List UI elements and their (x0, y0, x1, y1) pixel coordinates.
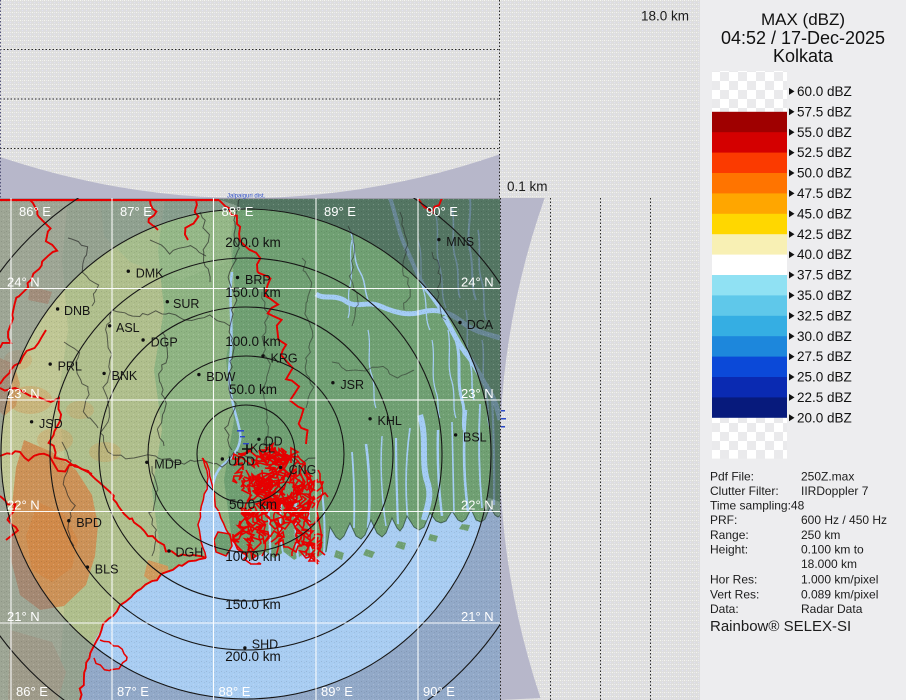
svg-text:24° N: 24° N (461, 275, 494, 290)
svg-text:Radar Data: Radar Data (801, 602, 863, 616)
svg-text:50.0 km: 50.0 km (229, 497, 277, 512)
svg-text:21° N: 21° N (7, 609, 40, 624)
svg-text:Range:: Range: (710, 528, 749, 542)
svg-text:23° N: 23° N (461, 386, 494, 401)
svg-text:22° N: 22° N (461, 498, 494, 513)
svg-text:200.0 km: 200.0 km (225, 235, 281, 250)
svg-text:86° E: 86° E (16, 684, 48, 699)
svg-text:BPD: BPD (76, 516, 102, 530)
svg-text:50.0 km: 50.0 km (229, 382, 277, 397)
svg-text:87° E: 87° E (120, 204, 152, 219)
svg-text:22° N: 22° N (7, 498, 40, 513)
svg-text:ASL: ASL (116, 321, 140, 335)
svg-text:0.100 km to: 0.100 km to (801, 542, 864, 556)
svg-text:DGH: DGH (176, 546, 204, 560)
svg-text:Hor Res:: Hor Res: (710, 573, 757, 587)
svg-text:57.5 dBZ: 57.5 dBZ (797, 104, 852, 119)
svg-text:04:52 / 17-Dec-2025: 04:52 / 17-Dec-2025 (721, 28, 885, 48)
svg-text:MDP: MDP (154, 458, 182, 472)
svg-text:Data:: Data: (710, 602, 739, 616)
svg-text:Jalpaiguri dist.: Jalpaiguri dist. (227, 194, 266, 200)
svg-text:DMK: DMK (136, 267, 164, 281)
svg-text:23° N: 23° N (7, 386, 40, 401)
svg-text:Height:: Height: (710, 542, 748, 556)
svg-text:21° N: 21° N (461, 609, 494, 624)
svg-text:35.0 dBZ: 35.0 dBZ (797, 288, 852, 303)
svg-text:600 Hz / 450 Hz: 600 Hz / 450 Hz (801, 513, 887, 527)
svg-text:UDD: UDD (228, 455, 255, 469)
svg-text:Kolkata: Kolkata (773, 46, 834, 66)
svg-text:37.5 dBZ: 37.5 dBZ (797, 268, 852, 283)
svg-text:24° N: 24° N (7, 275, 40, 290)
svg-text:JSD: JSD (39, 417, 63, 431)
svg-text:DGP: DGP (151, 336, 178, 350)
svg-text:22.5 dBZ: 22.5 dBZ (797, 390, 852, 405)
svg-text:150.0 km: 150.0 km (225, 285, 281, 300)
svg-text:Pdf File:: Pdf File: (710, 470, 754, 484)
svg-text:27.5 dBZ: 27.5 dBZ (797, 349, 852, 364)
svg-text:86° E: 86° E (19, 204, 51, 219)
svg-text:BNK: BNK (112, 369, 138, 383)
svg-text:PRF:: PRF: (710, 513, 737, 527)
svg-text:150.0 km: 150.0 km (225, 597, 281, 612)
svg-text:Vert Res:: Vert Res: (710, 587, 759, 601)
svg-text:BLS: BLS (95, 563, 119, 577)
svg-text:87° E: 87° E (117, 684, 149, 699)
svg-text:250Z.max: 250Z.max (801, 470, 854, 484)
svg-text:MAX (dBZ): MAX (dBZ) (761, 10, 845, 29)
svg-text:42.5 dBZ: 42.5 dBZ (797, 227, 852, 242)
svg-text:55.0 dBZ: 55.0 dBZ (797, 125, 852, 140)
svg-text:20.0 dBZ: 20.0 dBZ (797, 410, 852, 425)
svg-text:0.089 km/pixel: 0.089 km/pixel (801, 587, 878, 601)
svg-text:30.0 dBZ: 30.0 dBZ (797, 329, 852, 344)
svg-text:250 km: 250 km (801, 528, 840, 542)
svg-text:BRP: BRP (245, 273, 271, 287)
svg-text:89° E: 89° E (324, 204, 356, 219)
svg-text:32.5 dBZ: 32.5 dBZ (797, 308, 852, 323)
svg-text:40.0 dBZ: 40.0 dBZ (797, 247, 852, 262)
svg-text:18.0 km: 18.0 km (641, 9, 689, 24)
svg-text:BDW: BDW (206, 370, 235, 384)
svg-text:50.0 dBZ: 50.0 dBZ (797, 166, 852, 181)
svg-text:Time sampling:48: Time sampling:48 (710, 499, 805, 513)
svg-text:SHD: SHD (252, 638, 278, 652)
svg-text:Clutter Filter:: Clutter Filter: (710, 484, 779, 498)
svg-text:100.0 km: 100.0 km (225, 549, 281, 564)
svg-text:KRG: KRG (271, 352, 298, 366)
svg-text:0.1 km: 0.1 km (507, 179, 548, 194)
svg-text:90° E: 90° E (426, 204, 458, 219)
svg-text:90° E: 90° E (423, 684, 455, 699)
svg-text:100.0 km: 100.0 km (225, 334, 281, 349)
svg-text:CNG: CNG (289, 463, 317, 477)
svg-text:IIRDoppler 7: IIRDoppler 7 (801, 484, 869, 498)
svg-text:PRL: PRL (58, 360, 82, 374)
svg-text:1.000 km/pixel: 1.000 km/pixel (801, 573, 878, 587)
svg-text:SUR: SUR (173, 297, 199, 311)
svg-text:KOL: KOL (250, 442, 275, 456)
svg-text:DCA: DCA (467, 318, 494, 332)
svg-text:88° E: 88° E (219, 684, 251, 699)
svg-text:45.0 dBZ: 45.0 dBZ (797, 206, 852, 221)
svg-text:25.0 dBZ: 25.0 dBZ (797, 370, 852, 385)
svg-text:Rainbow® SELEX-SI: Rainbow® SELEX-SI (710, 618, 851, 635)
svg-text:MNS: MNS (446, 235, 474, 249)
svg-text:47.5 dBZ: 47.5 dBZ (797, 186, 852, 201)
svg-text:DNB: DNB (64, 304, 90, 318)
svg-text:89° E: 89° E (321, 684, 353, 699)
svg-text:BSL: BSL (463, 430, 487, 444)
svg-text:JSR: JSR (340, 378, 364, 392)
svg-text:KHL: KHL (378, 414, 402, 428)
svg-text:52.5 dBZ: 52.5 dBZ (797, 145, 852, 160)
svg-text:18.000 km: 18.000 km (801, 557, 857, 571)
svg-text:88° E: 88° E (222, 204, 254, 219)
svg-text:60.0 dBZ: 60.0 dBZ (797, 84, 852, 99)
